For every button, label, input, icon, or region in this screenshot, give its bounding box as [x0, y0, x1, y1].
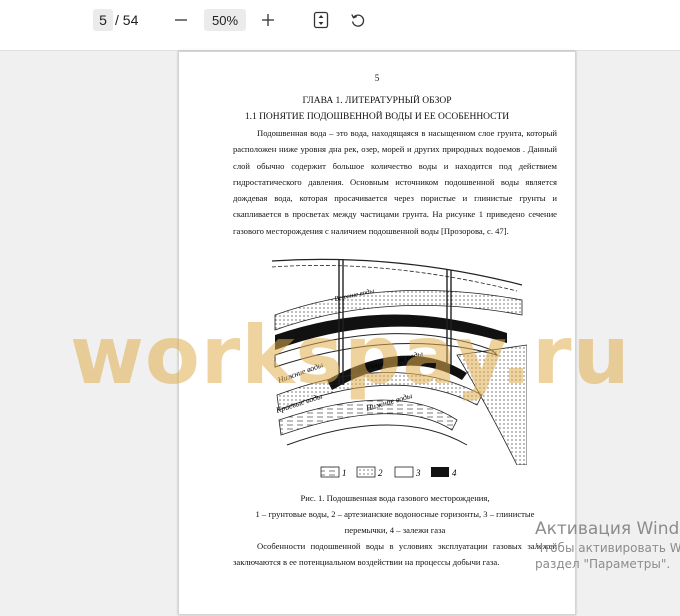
legend-label-2: 2: [378, 468, 383, 478]
activation-settings-link: раздел "Параметры".: [535, 557, 671, 571]
activation-title: Активация Windows: [535, 519, 680, 539]
fit-page-icon: [313, 11, 329, 29]
activation-hint: Чтобы активировать Windows, перейдите в: [535, 541, 680, 555]
legend-label-4: 4: [452, 468, 457, 478]
rotate-icon: [351, 14, 365, 27]
rotate-button[interactable]: [346, 9, 370, 31]
page-count: / 54: [115, 12, 139, 28]
page-number: 5: [374, 73, 380, 83]
figure-legend: 1 2 3 4: [320, 466, 457, 478]
section-title: 1.1 ПОНЯТИЕ ПОДОШВЕННОЙ ВОДЫ И ЕЕ ОСОБЕН…: [244, 112, 510, 122]
legend-label-1: 1: [342, 468, 347, 478]
pdf-page: 5 ГЛАВА 1. ЛИТЕРАТУРНЫЙ ОБЗОР 1.1 ПОНЯТИ…: [178, 51, 576, 615]
chapter-title: ГЛАВА 1. ЛИТЕРАТУРНЫЙ ОБЗОР: [302, 96, 452, 106]
zoom-level[interactable]: 50%: [204, 9, 246, 31]
fit-page-button[interactable]: [309, 9, 333, 31]
minus-icon: [175, 19, 187, 21]
paragraph: Подошвенная вода – это вода, находящаяся…: [233, 128, 557, 236]
figure-caption-text: 1 – грунтовые воды, 2 – артезианские вод…: [255, 509, 535, 535]
gas-field-cross-section-figure: Подошвенные воды Нижние воды Краевые вод…: [271, 258, 527, 465]
legend-label-3: 3: [415, 468, 421, 478]
pdf-toolbar: 5 / 54 50%: [0, 0, 680, 51]
paragraph: Особенности подошвенной воды в условиях …: [233, 541, 557, 568]
zoom-out-button[interactable]: [169, 9, 193, 31]
zoom-in-button[interactable]: [256, 9, 280, 31]
page-number-input[interactable]: 5: [93, 9, 113, 31]
figure-caption-title: Рис. 1. Подошвенная вода газового местор…: [300, 493, 490, 503]
plus-icon: [262, 14, 274, 26]
windows-activation-notice: Активация Windows Чтобы активировать Win…: [535, 518, 680, 572]
